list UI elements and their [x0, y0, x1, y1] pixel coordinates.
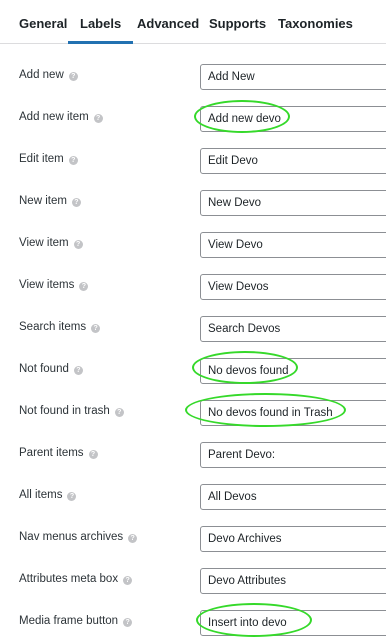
edit-item-input[interactable] [200, 148, 386, 174]
field-row-attributes-meta-box: Attributes meta box? [0, 558, 386, 600]
help-icon[interactable]: ? [71, 198, 81, 207]
field-row-edit-item: Edit item? [0, 138, 386, 180]
nav-menus-archives-input[interactable] [200, 526, 386, 552]
help-icon[interactable]: ? [88, 450, 98, 459]
field-row-not-found: Not found? [0, 348, 386, 390]
field-label: View item [19, 237, 69, 249]
field-label-container: Not found? [19, 348, 83, 390]
help-icon[interactable]: ? [93, 114, 103, 123]
field-label-container: All items? [19, 474, 77, 516]
field-row-all-items: All items? [0, 474, 386, 516]
help-icon[interactable]: ? [128, 534, 138, 543]
field-label: Add new [19, 69, 64, 81]
view-item-input[interactable] [200, 232, 386, 258]
field-label-container: View item? [19, 222, 83, 264]
view-items-input[interactable] [200, 274, 386, 300]
field-label: New item [19, 195, 67, 207]
new-item-input[interactable] [200, 190, 386, 216]
help-icon[interactable]: ? [123, 618, 133, 627]
tab-taxonomies[interactable]: Taxonomies [278, 0, 353, 44]
field-label: View items [19, 279, 75, 291]
field-row-media-frame-button: Media frame button? [0, 600, 386, 640]
field-row-add-new: Add new? [0, 54, 386, 96]
tab-labels[interactable]: Labels [67, 0, 134, 44]
field-label: Edit item [19, 153, 64, 165]
media-frame-button-input[interactable] [200, 610, 386, 636]
tab-general[interactable]: General [19, 0, 67, 44]
field-label-container: New item? [19, 180, 81, 222]
field-label: Not found in trash [19, 405, 110, 417]
field-label-container: Add new? [19, 54, 78, 96]
field-label: Attributes meta box [19, 573, 119, 585]
help-icon[interactable]: ? [68, 72, 78, 81]
field-row-view-items: View items? [0, 264, 386, 306]
field-label-container: Not found in trash? [19, 390, 124, 432]
field-label: Parent items [19, 447, 84, 459]
attributes-meta-box-input[interactable] [200, 568, 386, 594]
tab-supports[interactable]: Supports [209, 0, 266, 44]
field-label-container: Search items? [19, 306, 101, 348]
field-label: All items [19, 489, 63, 501]
field-row-nav-menus-archives: Nav menus archives? [0, 516, 386, 558]
field-row-search-items: Search items? [0, 306, 386, 348]
help-icon[interactable]: ? [79, 282, 89, 291]
field-label: Not found [19, 363, 69, 375]
field-label-container: Nav menus archives? [19, 516, 138, 558]
field-row-add-new-item: Add new item? [0, 96, 386, 138]
field-label: Nav menus archives [19, 531, 124, 543]
field-row-new-item: New item? [0, 180, 386, 222]
parent-items-input[interactable] [200, 442, 386, 468]
add-new-item-input[interactable] [200, 106, 386, 132]
help-icon[interactable]: ? [73, 240, 83, 249]
field-label-container: Media frame button? [19, 600, 133, 640]
field-row-view-item: View item? [0, 222, 386, 264]
help-icon[interactable]: ? [68, 156, 78, 165]
field-label-container: View items? [19, 264, 89, 306]
field-label-container: Edit item? [19, 138, 78, 180]
help-icon[interactable]: ? [67, 492, 77, 501]
add-new-input[interactable] [200, 64, 386, 90]
field-row-parent-items: Parent items? [0, 432, 386, 474]
not-found-input[interactable] [200, 358, 386, 384]
field-label-container: Add new item? [19, 96, 103, 138]
help-icon[interactable]: ? [91, 324, 101, 333]
field-label: Add new item [19, 111, 89, 123]
help-icon[interactable]: ? [73, 366, 83, 375]
help-icon[interactable]: ? [123, 576, 133, 585]
help-icon[interactable]: ? [114, 408, 124, 417]
all-items-input[interactable] [200, 484, 386, 510]
field-label: Search items [19, 321, 87, 333]
field-label-container: Attributes meta box? [19, 558, 133, 600]
field-label-container: Parent items? [19, 432, 98, 474]
settings-tabs: General Labels Advanced Supports Taxonom… [0, 0, 386, 44]
field-label: Media frame button [19, 615, 119, 627]
not-found-in-trash-input[interactable] [200, 400, 386, 426]
tab-advanced[interactable]: Advanced [137, 0, 199, 44]
field-row-not-found-in-trash: Not found in trash? [0, 390, 386, 432]
search-items-input[interactable] [200, 316, 386, 342]
